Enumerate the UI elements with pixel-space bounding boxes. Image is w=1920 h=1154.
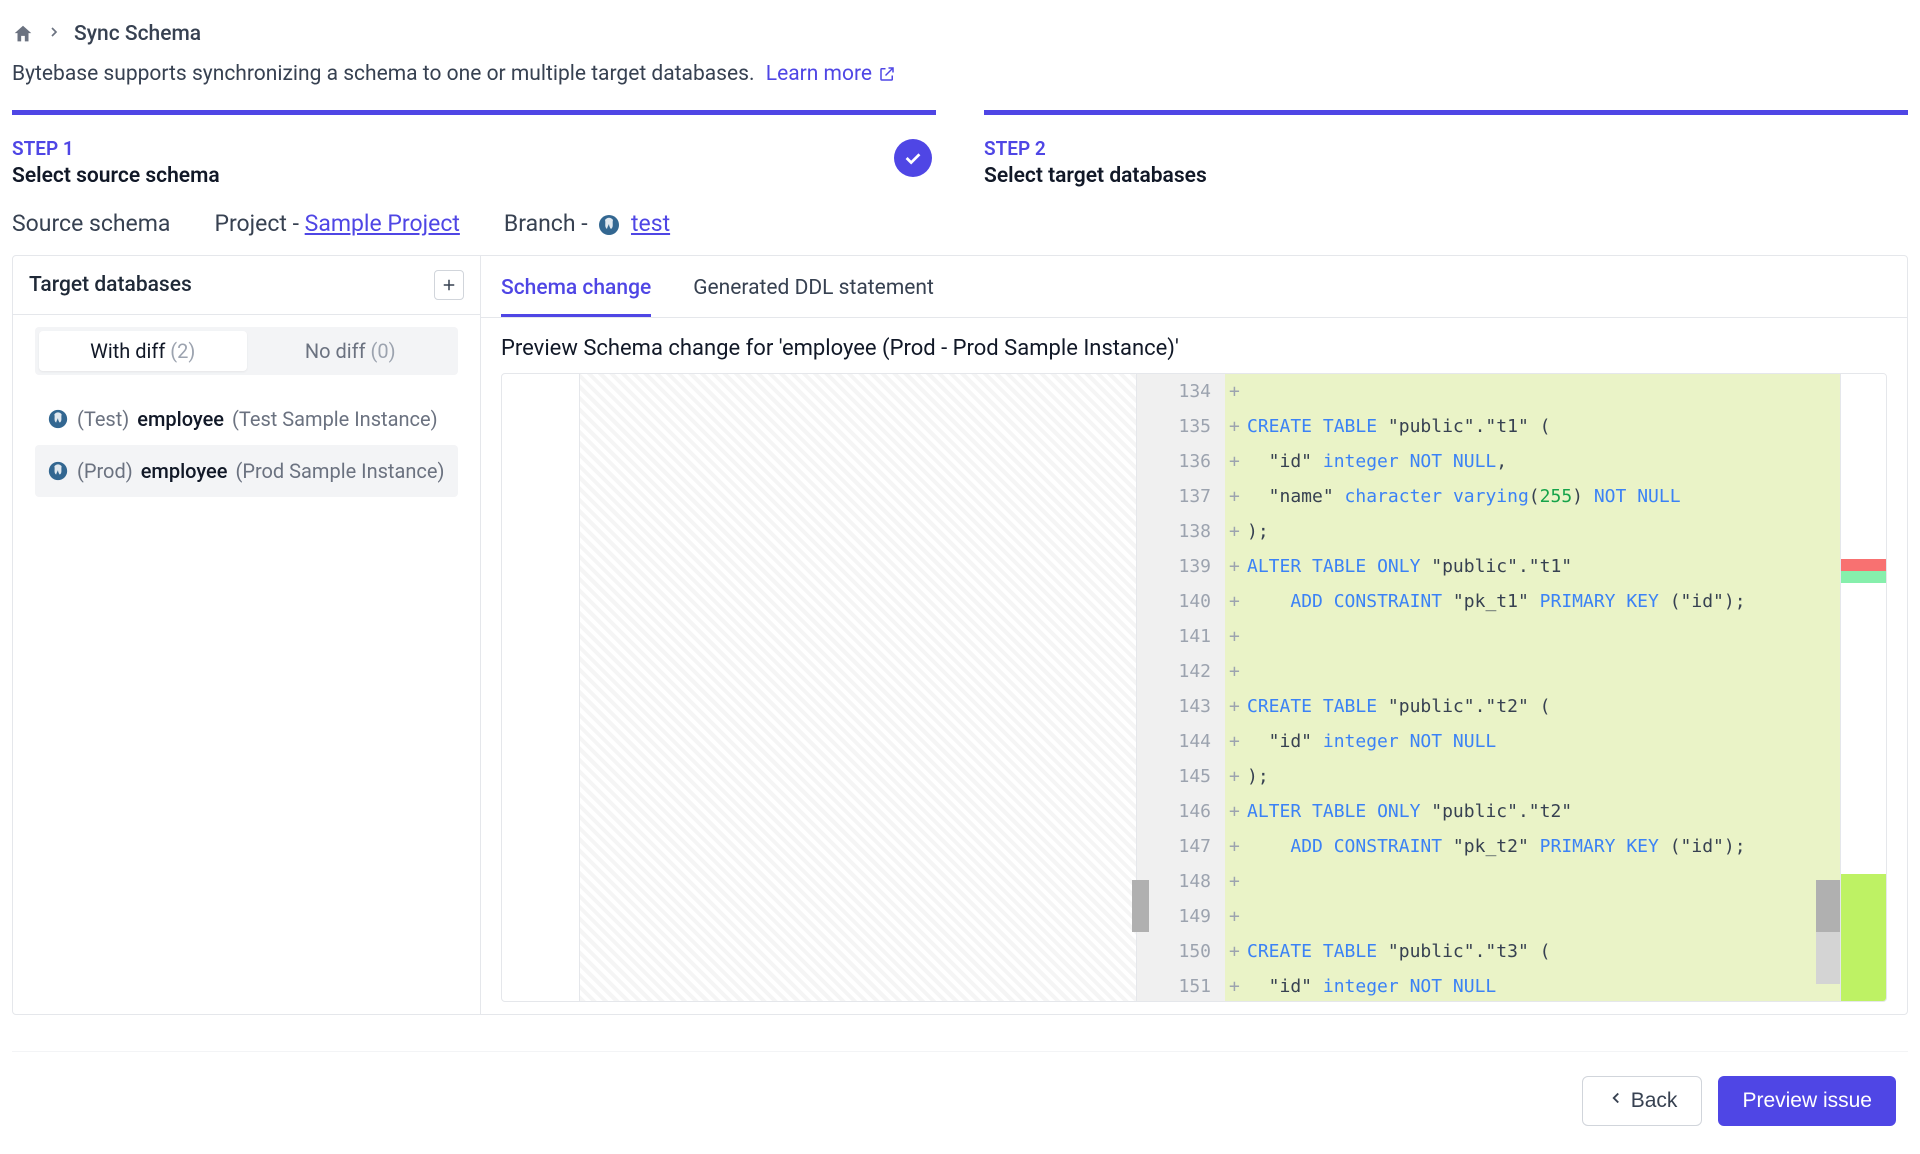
scroll-indicator <box>1816 932 1840 984</box>
step-1-title: Select source schema <box>12 164 936 188</box>
database-list: (Test) employee (Test Sample Instance) (… <box>13 387 480 503</box>
step-1-number: STEP 1 <box>12 137 936 160</box>
tab-generated-ddl[interactable]: Generated DDL statement <box>693 268 934 317</box>
no-diff-tab[interactable]: No diff (0) <box>247 331 455 371</box>
step-2[interactable]: STEP 2 Select target databases <box>984 110 1908 188</box>
main-area: Target databases With diff (2) No diff (… <box>12 255 1908 1015</box>
branch-field: Branch - test <box>504 210 670 237</box>
with-diff-tab[interactable]: With diff (2) <box>39 331 247 371</box>
postgres-icon <box>47 408 69 430</box>
diff-after-pane: 1341351361371381391401411421431441451461… <box>1137 374 1886 1001</box>
postgres-icon <box>47 460 69 482</box>
back-button[interactable]: Back <box>1582 1076 1703 1126</box>
description-text: Bytebase supports synchronizing a schema… <box>12 62 755 86</box>
project-link[interactable]: Sample Project <box>305 210 460 237</box>
diff-viewer[interactable]: 1341351361371381391401411421431441451461… <box>501 373 1887 1002</box>
target-databases-panel: Target databases With diff (2) No diff (… <box>13 256 481 1014</box>
tab-schema-change[interactable]: Schema change <box>501 268 651 317</box>
preview-issue-button[interactable]: Preview issue <box>1718 1076 1896 1126</box>
target-databases-header: Target databases <box>29 273 192 297</box>
home-icon[interactable] <box>12 23 34 45</box>
project-field: Project - Sample Project <box>214 210 459 237</box>
scroll-indicator <box>1132 880 1149 932</box>
chevron-right-icon <box>46 24 62 45</box>
add-database-button[interactable] <box>434 270 464 300</box>
breadcrumb-current: Sync Schema <box>74 22 201 46</box>
chevron-left-icon <box>1607 1089 1625 1113</box>
database-item-prod[interactable]: (Prod) employee (Prod Sample Instance) <box>35 445 458 497</box>
external-link-icon <box>878 65 896 83</box>
diff-panel: Schema change Generated DDL statement Pr… <box>481 256 1907 1014</box>
source-summary-row: Source schema Project - Sample Project B… <box>0 188 1920 255</box>
diff-filter-toggle: With diff (2) No diff (0) <box>35 327 458 375</box>
branch-link[interactable]: test <box>631 210 670 237</box>
steps-nav: STEP 1 Select source schema STEP 2 Selec… <box>0 110 1920 188</box>
page-description: Bytebase supports synchronizing a schema… <box>0 54 1920 110</box>
preview-title: Preview Schema change for 'employee (Pro… <box>481 318 1907 373</box>
minimap[interactable] <box>1840 374 1886 1001</box>
breadcrumb: Sync Schema <box>0 0 1920 54</box>
check-icon <box>894 139 932 177</box>
learn-more-link[interactable]: Learn more <box>766 62 896 86</box>
diff-before-pane <box>502 374 1137 1001</box>
step-2-title: Select target databases <box>984 164 1908 188</box>
step-2-number: STEP 2 <box>984 137 1908 160</box>
step-1[interactable]: STEP 1 Select source schema <box>12 110 936 188</box>
diff-tabs: Schema change Generated DDL statement <box>481 256 1907 318</box>
footer-actions: Back Preview issue <box>12 1051 1908 1126</box>
source-schema-label: Source schema <box>12 210 170 237</box>
postgres-icon <box>597 213 621 237</box>
scroll-indicator <box>1816 880 1840 932</box>
database-item-test[interactable]: (Test) employee (Test Sample Instance) <box>35 393 458 445</box>
